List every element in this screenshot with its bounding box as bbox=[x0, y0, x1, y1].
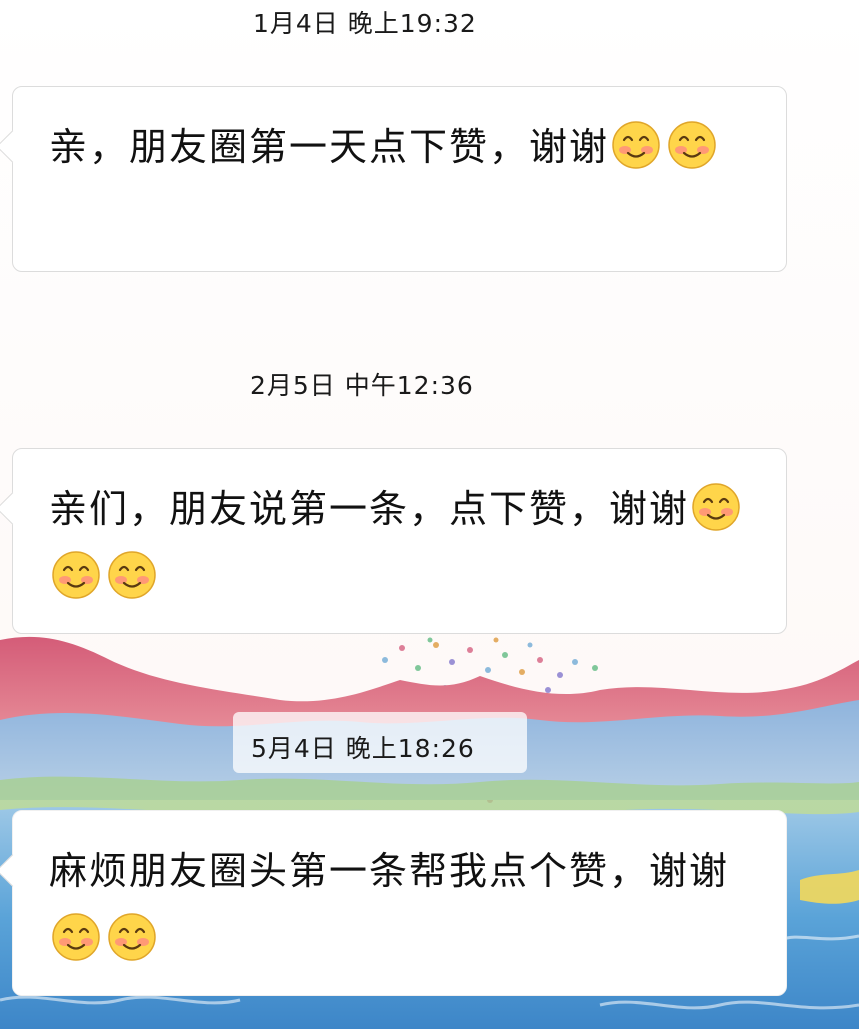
emoji-group bbox=[49, 913, 161, 961]
chat-bubble[interactable]: 亲，朋友圈第一天点下赞，谢谢 bbox=[12, 86, 787, 272]
chat-bubble[interactable]: 麻烦朋友圈头第一条帮我点个赞，谢谢 bbox=[12, 810, 787, 996]
timestamp-pill: 5月4日 晚上18:26 bbox=[233, 712, 527, 773]
smiling-face-with-blush-icon bbox=[692, 483, 740, 531]
message-text: 亲，朋友圈第一天点下赞，谢谢 bbox=[49, 125, 610, 169]
chat-bubble[interactable]: 亲们，朋友说第一条，点下赞，谢谢 bbox=[12, 448, 787, 634]
smiling-face-with-blush-icon bbox=[612, 121, 660, 169]
message-timestamp: 1月4日 晚上19:32 bbox=[253, 9, 477, 38]
message-timestamp: 2月5日 中午12:36 bbox=[250, 371, 474, 400]
smiling-face-with-blush-icon bbox=[52, 551, 100, 599]
chat-screen: 1月4日 晚上19:32 亲，朋友圈第一天点下赞，谢谢 2月5日 中午12:36… bbox=[0, 0, 859, 1029]
smiling-face-with-blush-icon bbox=[108, 551, 156, 599]
emoji-group bbox=[609, 121, 721, 169]
message-text: 麻烦朋友圈头第一条帮我点个赞，谢谢 bbox=[49, 849, 730, 893]
message-text: 亲们，朋友说第一条，点下赞，谢谢 bbox=[49, 487, 690, 531]
smiling-face-with-blush-icon bbox=[108, 913, 156, 961]
smiling-face-with-blush-icon bbox=[668, 121, 716, 169]
smiling-face-with-blush-icon bbox=[52, 913, 100, 961]
message-timestamp: 5月4日 晚上18:26 bbox=[251, 734, 475, 763]
